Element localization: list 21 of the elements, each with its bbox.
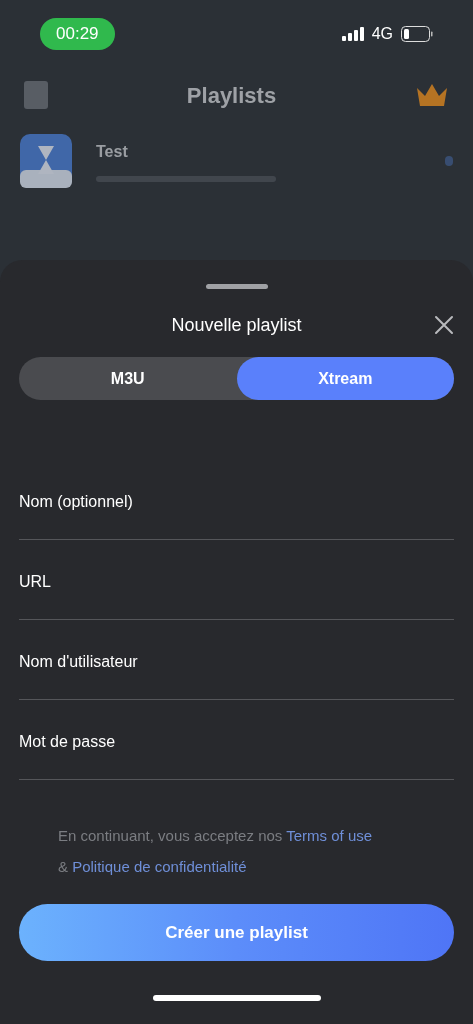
terms-link[interactable]: Terms of use [286, 827, 373, 844]
legal-text: En continuant, vous acceptez nos Terms of use & Politique de confidentialité [57, 826, 374, 877]
close-icon[interactable] [434, 315, 454, 335]
battery-icon [401, 26, 433, 42]
text-field[interactable]: Nom (optionnel) [19, 460, 454, 540]
text-field[interactable]: Mot de passe [19, 700, 454, 780]
privacy-link[interactable]: Politique de confidentialité [72, 858, 247, 875]
type-tab[interactable]: Xtream [236, 357, 454, 400]
text-field[interactable]: URL [19, 540, 454, 620]
create-button[interactable]: Créer une playlist [19, 904, 454, 961]
sheet-title: Nouvelle playlist [171, 313, 302, 337]
text-field[interactable]: Nom d'utilisateur [19, 620, 454, 700]
network-label: 4G [371, 24, 393, 44]
status-time: 00:29 [40, 18, 115, 50]
playlist-name[interactable]: Test [96, 140, 421, 164]
playlist-logo-icon [20, 134, 72, 188]
signal-icon [341, 27, 364, 41]
page-title: Playlists [186, 81, 277, 110]
sheet-handle[interactable] [205, 284, 268, 289]
type-tab[interactable]: M3U [19, 357, 237, 400]
crown-icon[interactable] [415, 82, 449, 108]
